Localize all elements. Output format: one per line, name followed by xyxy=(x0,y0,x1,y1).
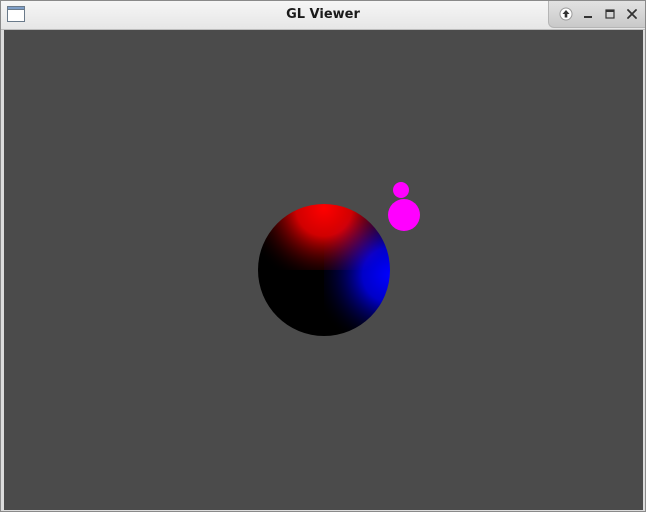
title-bar[interactable]: GL Viewer xyxy=(1,1,645,30)
close-icon[interactable] xyxy=(625,7,639,21)
gl-scene xyxy=(258,182,420,336)
gl-viewer-window: GL Viewer xyxy=(0,0,646,512)
maximize-icon[interactable] xyxy=(603,7,617,21)
medium-magenta-sphere xyxy=(388,199,420,231)
minimize-icon[interactable] xyxy=(581,7,595,21)
gl-viewport[interactable] xyxy=(4,30,643,510)
window-controls xyxy=(548,1,645,28)
small-magenta-sphere-top xyxy=(393,182,409,198)
large-gradient-sphere xyxy=(258,204,390,336)
shade-up-arrow-icon[interactable] xyxy=(559,7,573,21)
